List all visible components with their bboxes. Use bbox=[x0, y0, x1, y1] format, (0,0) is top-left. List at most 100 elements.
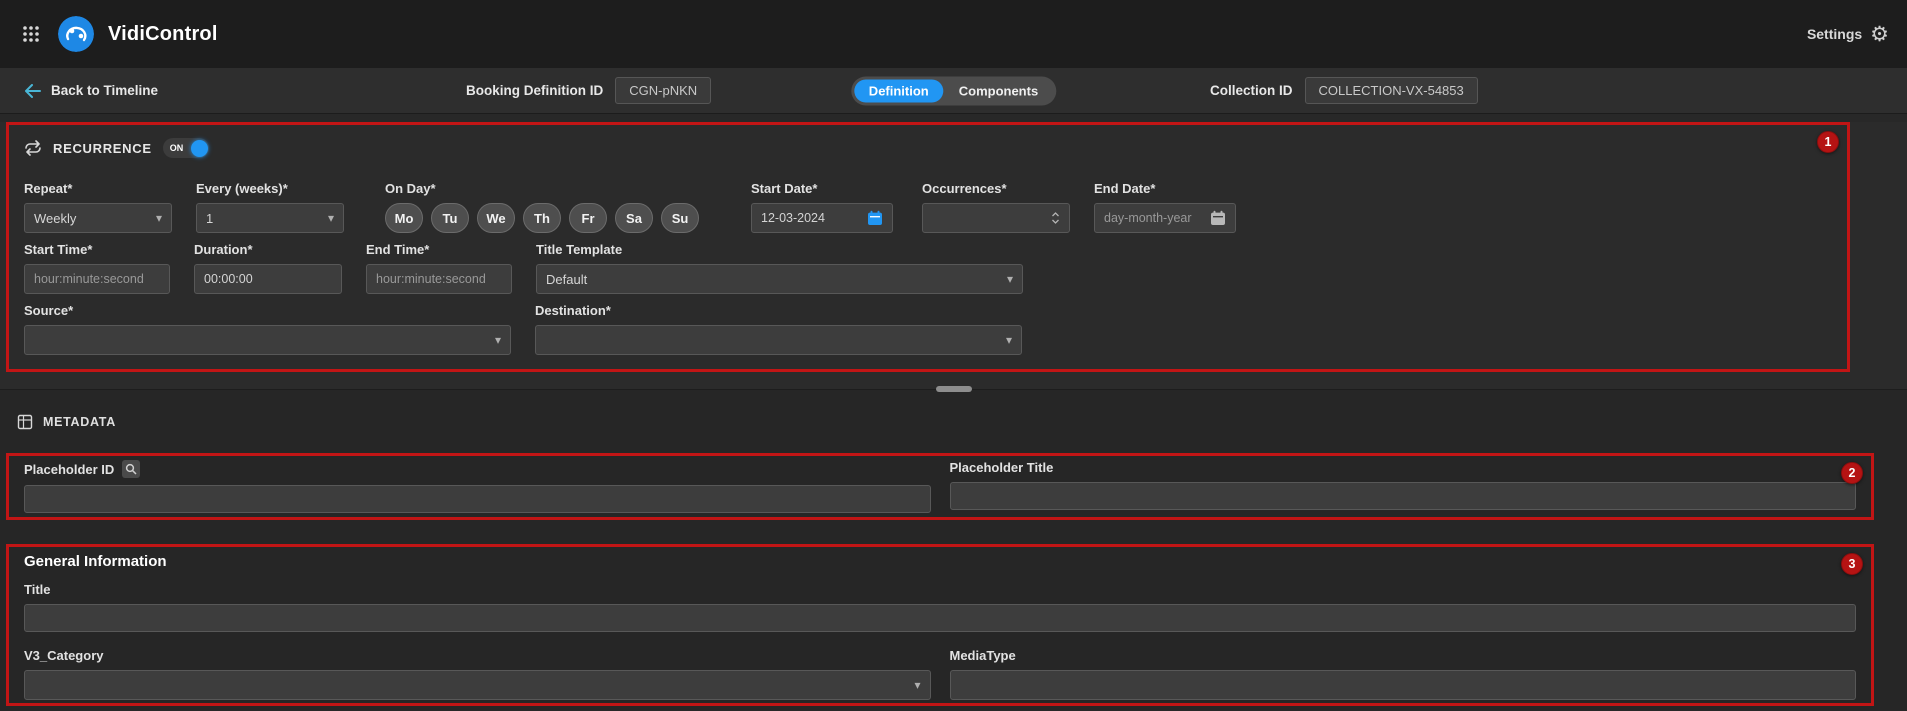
repeat-field: Repeat* Weekly ▾ bbox=[24, 181, 172, 233]
start-date-control bbox=[751, 203, 893, 233]
end-date-label: End Date* bbox=[1094, 181, 1236, 196]
search-icon[interactable] bbox=[122, 460, 140, 478]
occurrences-label: Occurrences* bbox=[922, 181, 1070, 196]
back-label: Back to Timeline bbox=[51, 83, 158, 98]
chevron-down-icon: ▾ bbox=[328, 212, 334, 224]
settings-button[interactable]: Settings ⚙ bbox=[1807, 24, 1889, 45]
annotation-badge-2: 2 bbox=[1841, 462, 1863, 484]
top-app-bar: VidiControl Settings ⚙ bbox=[0, 0, 1907, 68]
day-button-tu[interactable]: Tu bbox=[431, 203, 469, 233]
day-button-sa[interactable]: Sa bbox=[615, 203, 653, 233]
booking-definition-group: Booking Definition ID CGN-pNKN bbox=[466, 68, 711, 113]
recurrence-row-3: Source* ▾ Destination* ▾ bbox=[24, 303, 1832, 355]
start-date-field: Start Date* bbox=[751, 181, 893, 233]
start-time-control bbox=[24, 264, 170, 294]
repeat-value: Weekly bbox=[34, 211, 150, 226]
media-type-input[interactable] bbox=[950, 670, 1857, 700]
start-time-input[interactable] bbox=[34, 272, 160, 286]
calendar-icon[interactable] bbox=[1210, 210, 1226, 226]
day-button-th[interactable]: Th bbox=[523, 203, 561, 233]
collection-id-value: COLLECTION-VX-54853 bbox=[1305, 77, 1478, 104]
placeholder-title-input[interactable] bbox=[950, 482, 1857, 510]
day-button-su[interactable]: Su bbox=[661, 203, 699, 233]
recurrence-section: 1 RECURRENCE ON Repeat* Weekly ▾ bbox=[0, 122, 1907, 389]
every-weeks-value: 1 bbox=[206, 211, 322, 226]
app-title: VidiControl bbox=[108, 23, 218, 46]
general-information-annotated-panel: 3 General Information Title V3_Category … bbox=[6, 544, 1874, 706]
end-date-field: End Date* bbox=[1094, 181, 1236, 233]
apps-grid-icon[interactable] bbox=[18, 21, 44, 47]
chevron-down-icon: ▾ bbox=[1007, 273, 1013, 285]
title-template-select[interactable]: Default ▾ bbox=[536, 264, 1023, 294]
start-time-label: Start Time* bbox=[24, 242, 170, 257]
title-field: Title bbox=[24, 582, 1856, 632]
day-button-we[interactable]: We bbox=[477, 203, 515, 233]
recurrence-header: RECURRENCE ON bbox=[24, 138, 1832, 158]
occurrences-input[interactable] bbox=[932, 211, 1045, 225]
chevron-down-icon: ▾ bbox=[495, 334, 501, 346]
recurrence-annotated-panel: 1 RECURRENCE ON Repeat* Weekly ▾ bbox=[6, 122, 1850, 372]
destination-label: Destination* bbox=[535, 303, 1022, 318]
source-select[interactable]: ▾ bbox=[24, 325, 511, 355]
duration-input[interactable] bbox=[204, 272, 332, 286]
media-type-field: MediaType bbox=[950, 648, 1857, 700]
end-time-input[interactable] bbox=[376, 272, 502, 286]
end-time-control bbox=[366, 264, 512, 294]
title-label: Title bbox=[24, 582, 1856, 597]
tab-definition[interactable]: Definition bbox=[854, 79, 944, 102]
end-time-label: End Time* bbox=[366, 242, 512, 257]
settings-label: Settings bbox=[1807, 26, 1862, 42]
booking-definition-id-label: Booking Definition ID bbox=[466, 83, 603, 98]
chevron-down-icon: ▾ bbox=[1006, 334, 1012, 346]
placeholder-id-label: Placeholder ID bbox=[24, 462, 114, 477]
day-button-fr[interactable]: Fr bbox=[569, 203, 607, 233]
vidicontrol-logo-icon bbox=[58, 16, 94, 52]
source-label: Source* bbox=[24, 303, 511, 318]
split-handle[interactable] bbox=[936, 386, 972, 392]
placeholder-id-input[interactable] bbox=[24, 485, 931, 513]
app-window: VidiControl Settings ⚙ Back to Timeline … bbox=[0, 0, 1907, 711]
back-arrow-icon bbox=[24, 84, 41, 98]
start-date-input[interactable] bbox=[761, 211, 861, 225]
v3-category-field: V3_Category ▾ bbox=[24, 648, 931, 700]
every-weeks-label: Every (weeks)* bbox=[196, 181, 344, 196]
destination-field: Destination* ▾ bbox=[535, 303, 1022, 355]
day-button-mo[interactable]: Mo bbox=[385, 203, 423, 233]
occurrences-control bbox=[922, 203, 1070, 233]
recurrence-row-2: Start Time* Duration* End Time* bbox=[24, 242, 1832, 294]
recurrence-title: RECURRENCE bbox=[53, 141, 152, 156]
annotation-badge-3: 3 bbox=[1841, 553, 1863, 575]
end-date-input[interactable] bbox=[1104, 211, 1204, 225]
general-information-title: General Information bbox=[24, 553, 1856, 570]
on-day-label: On Day* bbox=[385, 181, 699, 196]
v3-category-select[interactable]: ▾ bbox=[24, 670, 931, 700]
back-to-timeline-button[interactable]: Back to Timeline bbox=[24, 68, 158, 113]
title-input[interactable] bbox=[24, 604, 1856, 632]
placeholder-id-field: Placeholder ID bbox=[24, 460, 931, 513]
collection-group: Collection ID COLLECTION-VX-54853 bbox=[1210, 68, 1478, 113]
metadata-title: METADATA bbox=[43, 415, 116, 429]
calendar-icon[interactable] bbox=[867, 210, 883, 226]
tab-components[interactable]: Components bbox=[944, 79, 1053, 102]
every-weeks-select[interactable]: 1 ▾ bbox=[196, 203, 344, 233]
end-date-control bbox=[1094, 203, 1236, 233]
duration-control bbox=[194, 264, 342, 294]
chevron-down-icon: ▾ bbox=[914, 679, 920, 691]
recurrence-on-toggle[interactable]: ON bbox=[163, 138, 209, 158]
breadcrumb-bar: Back to Timeline Booking Definition ID C… bbox=[0, 68, 1907, 114]
source-field: Source* ▾ bbox=[24, 303, 511, 355]
day-button-group: Mo Tu We Th Fr Sa Su bbox=[385, 203, 699, 233]
destination-select[interactable]: ▾ bbox=[535, 325, 1022, 355]
chevron-down-icon: ▾ bbox=[156, 212, 162, 224]
repeat-label: Repeat* bbox=[24, 181, 172, 196]
start-date-label: Start Date* bbox=[751, 181, 893, 196]
booking-definition-id-value: CGN-pNKN bbox=[615, 77, 711, 104]
duration-label: Duration* bbox=[194, 242, 342, 257]
title-template-value: Default bbox=[546, 272, 1001, 287]
spinner-arrows-icon[interactable] bbox=[1051, 210, 1060, 226]
collection-id-label: Collection ID bbox=[1210, 83, 1293, 98]
grid-icon bbox=[17, 414, 33, 430]
repeat-select[interactable]: Weekly ▾ bbox=[24, 203, 172, 233]
placeholder-title-field: Placeholder Title bbox=[950, 460, 1857, 513]
gear-icon: ⚙ bbox=[1870, 24, 1889, 45]
